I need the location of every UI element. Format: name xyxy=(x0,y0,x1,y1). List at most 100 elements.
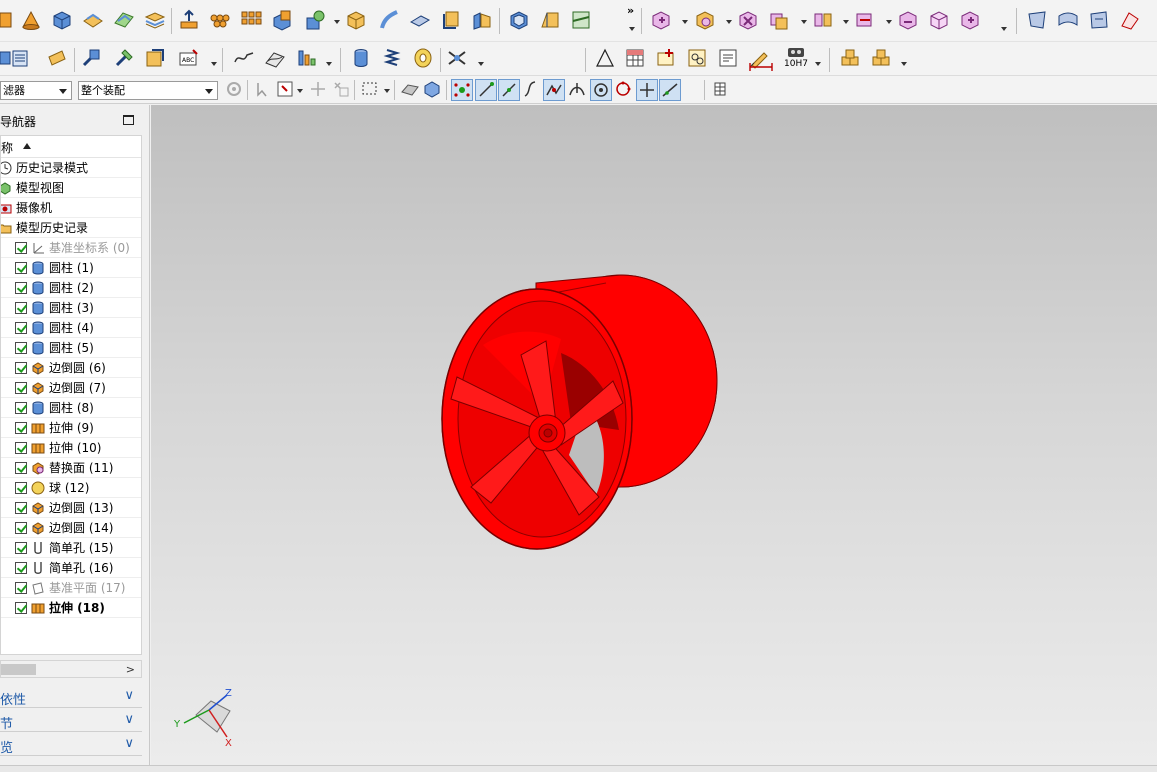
tb-unite-icon[interactable] xyxy=(271,9,293,31)
tree-node[interactable]: 简单孔 (16) xyxy=(1,558,141,578)
visibility-checkbox[interactable] xyxy=(15,481,27,494)
tb-replace-component-dropdown-icon[interactable] xyxy=(801,20,807,24)
tb-spring-icon[interactable] xyxy=(381,47,403,69)
tb-fit-tolerance-dropdown-icon[interactable] xyxy=(815,62,821,66)
panel-preview[interactable]: 览 ∨ xyxy=(0,734,142,756)
tb-table-icon[interactable] xyxy=(624,47,646,69)
tb-stack-icon[interactable] xyxy=(9,47,31,69)
visibility-checkbox[interactable] xyxy=(15,401,27,414)
snap-control-point-icon[interactable] xyxy=(521,79,541,99)
model-canvas[interactable]: Z X Y xyxy=(151,105,1157,765)
tb-image-icon[interactable] xyxy=(655,47,677,69)
tb-cylinder-db-icon[interactable] xyxy=(350,47,372,69)
snap-grid-icon[interactable] xyxy=(710,79,730,99)
tb-assembly-add-icon[interactable] xyxy=(650,9,672,31)
tree-node[interactable]: 基准平面 (17) xyxy=(1,578,141,598)
tb-text-dropdown-icon[interactable] xyxy=(211,62,217,66)
tb-sheet-stack-icon[interactable] xyxy=(144,9,166,31)
visibility-checkbox[interactable] xyxy=(15,521,27,534)
tree-node[interactable]: 简单孔 (15) xyxy=(1,538,141,558)
sel-rectangle-icon[interactable] xyxy=(275,79,295,99)
tb-component-new-icon[interactable] xyxy=(694,9,716,31)
tree-node[interactable]: 拉伸 (10) xyxy=(1,438,141,458)
sel-body-icon[interactable] xyxy=(422,79,442,99)
tb-fit-tolerance-button[interactable]: 10H7 xyxy=(784,45,808,69)
tb-array-icon[interactable] xyxy=(240,9,262,31)
sel-filter-settings-icon[interactable] xyxy=(224,79,244,99)
tb-through-curves-icon[interactable] xyxy=(1057,9,1079,31)
visibility-checkbox[interactable] xyxy=(15,241,27,254)
tree-node[interactable]: 边倒圆 (6) xyxy=(1,358,141,378)
tree-node[interactable]: 摄像机 xyxy=(1,198,141,218)
tb-replace-component-icon[interactable] xyxy=(768,9,790,31)
tb-bars-icon[interactable] xyxy=(296,47,318,69)
tree-node[interactable]: 边倒圆 (14) xyxy=(1,518,141,538)
tb-triangle-icon[interactable] xyxy=(594,47,616,69)
toolbar-more-dropdown-icon[interactable] xyxy=(629,27,635,31)
sel-remove-icon[interactable] xyxy=(331,79,351,99)
tb-extrude-face-icon[interactable] xyxy=(82,9,104,31)
snap-center-toggle[interactable] xyxy=(590,79,612,101)
tb-assembly-blocks-icon[interactable] xyxy=(839,47,861,69)
tb-tool-icon[interactable] xyxy=(113,47,135,69)
tb-dimension-icon[interactable] xyxy=(748,60,774,74)
tb-shell-icon[interactable] xyxy=(508,9,530,31)
type-filter-select[interactable]: 滤器 xyxy=(0,81,72,100)
tb-sweep-icon[interactable] xyxy=(378,9,400,31)
visibility-checkbox[interactable] xyxy=(15,461,27,474)
tree-node[interactable]: 圆柱 (3) xyxy=(1,298,141,318)
tb-thicken-icon[interactable] xyxy=(471,9,493,31)
tb-subtract-dropdown-icon[interactable] xyxy=(334,20,340,24)
tb-component-new-dropdown-icon[interactable] xyxy=(726,20,732,24)
sel-solid-icon[interactable] xyxy=(400,79,420,99)
scroll-right-icon[interactable]: > xyxy=(126,663,135,676)
tree-node[interactable]: 替换面 (11) xyxy=(1,458,141,478)
wheel-rim-model[interactable] xyxy=(441,274,718,550)
tree-horizontal-scrollbar[interactable]: > xyxy=(0,660,142,678)
snap-quadrant-icon[interactable] xyxy=(613,79,633,99)
tb-surface-curve-icon[interactable] xyxy=(264,47,286,69)
tb-mirror-assembly-icon[interactable] xyxy=(812,9,834,31)
tree-node[interactable]: 拉伸 (18) xyxy=(1,598,141,618)
tb-curve-icon[interactable] xyxy=(233,47,255,69)
graphics-window[interactable]: Z X Y xyxy=(151,105,1157,765)
tb-feature-edit-icon[interactable] xyxy=(80,47,102,69)
tree-node[interactable]: 边倒圆 (7) xyxy=(1,378,141,398)
tb-routing-dropdown-icon[interactable] xyxy=(478,62,484,66)
tree-node[interactable]: 模型视图 xyxy=(1,178,141,198)
visibility-checkbox[interactable] xyxy=(15,361,27,374)
sel-add-icon[interactable] xyxy=(308,79,328,99)
tb-trim-body-icon[interactable] xyxy=(570,9,592,31)
visibility-checkbox[interactable] xyxy=(15,301,27,314)
visibility-checkbox[interactable] xyxy=(15,381,27,394)
tree-node[interactable]: 圆柱 (1) xyxy=(1,258,141,278)
tree-node[interactable]: 球 (12) xyxy=(1,478,141,498)
tree-node[interactable]: 圆柱 (8) xyxy=(1,398,141,418)
visibility-checkbox[interactable] xyxy=(15,341,27,354)
tb-assembly-blocks-dropdown-icon[interactable] xyxy=(901,62,907,66)
tb-draft-icon[interactable] xyxy=(539,9,561,31)
sel-box-select-icon[interactable] xyxy=(360,79,380,99)
tree-node[interactable]: 拉伸 (9) xyxy=(1,418,141,438)
tb-bars-dropdown-icon[interactable] xyxy=(326,62,332,66)
tb-sequence-dropdown-icon[interactable] xyxy=(1001,27,1007,31)
visibility-checkbox[interactable] xyxy=(15,281,27,294)
tb-pattern-icon[interactable] xyxy=(209,9,231,31)
tree-node[interactable]: 历史记录模式 xyxy=(1,158,141,178)
sel-arrow-icon[interactable] xyxy=(254,79,274,99)
tb-constraint-icon[interactable] xyxy=(897,9,919,31)
scrollbar-thumb[interactable] xyxy=(1,664,36,675)
toolbar-more-button[interactable]: » xyxy=(627,4,634,17)
assembly-scope-select[interactable]: 整个装配 xyxy=(78,81,218,100)
tb-surface-icon[interactable] xyxy=(113,9,135,31)
tb-cone-icon[interactable] xyxy=(20,9,42,31)
tb-washer-icon[interactable] xyxy=(412,47,434,69)
snap-arc-center-icon[interactable] xyxy=(567,79,587,99)
tb-assembly-add-dropdown-icon[interactable] xyxy=(682,20,688,24)
tb-block-partial-icon[interactable] xyxy=(0,9,12,31)
tb-delete-component-icon[interactable] xyxy=(737,9,759,31)
tree-node[interactable]: 边倒圆 (13) xyxy=(1,498,141,518)
tree-column-header[interactable]: 称 xyxy=(1,136,141,158)
panel-details[interactable]: 节 ∨ xyxy=(0,710,142,732)
tb-move-component-icon[interactable] xyxy=(854,9,876,31)
